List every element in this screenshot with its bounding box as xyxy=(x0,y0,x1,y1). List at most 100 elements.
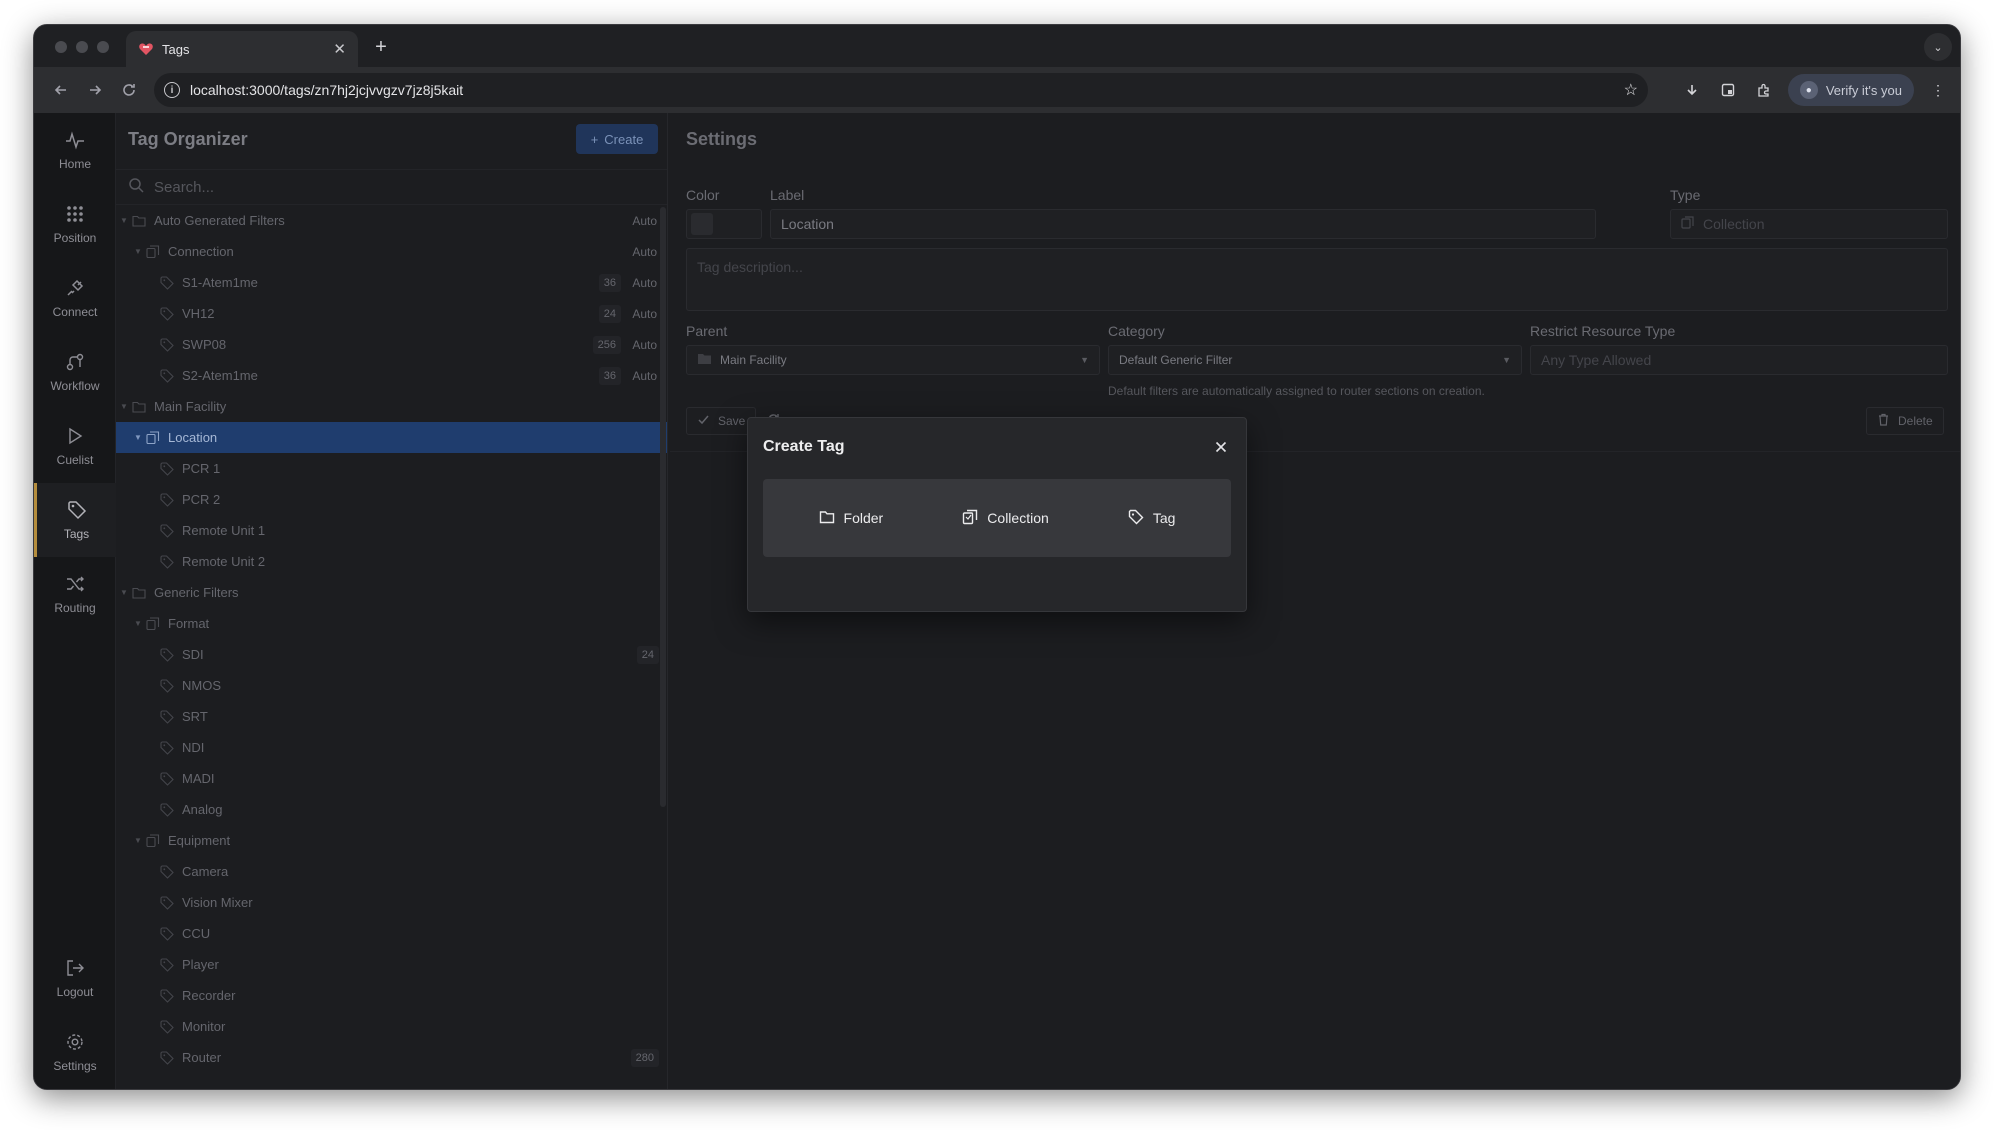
tree-row-label: S2-Atem1me xyxy=(182,368,258,383)
sidepanel-icon[interactable] xyxy=(1716,78,1740,102)
tree-row[interactable]: Monitor xyxy=(116,1011,667,1042)
back-button[interactable] xyxy=(44,74,78,106)
zoom-window-button[interactable] xyxy=(97,41,109,53)
tree-row[interactable]: ▼ Main Facility xyxy=(116,391,667,422)
nav-item-home[interactable]: Home xyxy=(34,113,116,187)
tree-row-label: MADI xyxy=(182,771,215,786)
tree-row[interactable]: ▼ Format xyxy=(116,608,667,639)
tree-row[interactable]: CCU xyxy=(116,918,667,949)
browser-menu-icon[interactable]: ⋮ xyxy=(1926,78,1950,102)
tree-row[interactable]: ▼ Generic Filters xyxy=(116,577,667,608)
verify-profile-button[interactable]: ● Verify it's you xyxy=(1787,74,1914,106)
tree-scrollbar[interactable] xyxy=(660,207,666,807)
create-label: Create xyxy=(604,131,644,147)
label-input[interactable]: Location xyxy=(770,209,1596,239)
collection-icon xyxy=(144,243,162,261)
tree-row[interactable]: MADI xyxy=(116,763,667,794)
tree-row[interactable]: SRT xyxy=(116,701,667,732)
close-window-button[interactable] xyxy=(55,41,67,53)
forward-button[interactable] xyxy=(78,74,112,106)
reload-button[interactable] xyxy=(112,74,146,106)
tree-row[interactable]: SDI 24 xyxy=(116,639,667,670)
count-badge: 24 xyxy=(636,645,659,664)
description-textarea[interactable]: Tag description... xyxy=(686,248,1948,311)
url-text[interactable]: localhost:3000/tags/zn7hj2jcjvvgzv7jz8j5… xyxy=(190,82,1614,98)
expand-caret-icon[interactable]: ▼ xyxy=(118,402,130,411)
parent-select[interactable]: Main Facility ▼ xyxy=(686,345,1100,375)
folder-icon xyxy=(697,352,712,368)
expand-caret-icon[interactable]: ▼ xyxy=(132,836,144,845)
nav-item-cuelist[interactable]: Cuelist xyxy=(34,409,116,483)
tree-row[interactable]: Remote Unit 2 xyxy=(116,546,667,577)
expand-caret-icon[interactable]: ▼ xyxy=(132,619,144,628)
tree-row[interactable]: ▼ Equipment xyxy=(116,825,667,856)
address-bar[interactable]: i localhost:3000/tags/zn7hj2jcjvvgzv7jz8… xyxy=(154,73,1648,107)
collection-icon xyxy=(962,509,978,528)
category-select[interactable]: Default Generic Filter ▼ xyxy=(1108,345,1522,375)
tree-row[interactable]: NDI xyxy=(116,732,667,763)
tree-row[interactable]: Analog xyxy=(116,794,667,825)
tree-row[interactable]: ▼ Auto Generated Filters Auto xyxy=(116,205,667,236)
tree-row[interactable]: NMOS xyxy=(116,670,667,701)
site-info-icon[interactable]: i xyxy=(164,82,180,98)
tree-row-label: Connection xyxy=(168,244,234,259)
arrow-right-icon xyxy=(90,85,102,95)
create-folder-option[interactable]: Folder xyxy=(807,502,896,535)
folder-icon xyxy=(130,212,148,230)
tag-tree: ▼ Auto Generated Filters Auto ▼ Connection Au… xyxy=(116,205,667,1089)
tree-row[interactable]: Remote Unit 1 xyxy=(116,515,667,546)
tree-row[interactable]: Vision Mixer xyxy=(116,887,667,918)
extensions-icon[interactable] xyxy=(1752,78,1776,102)
nav-item-tags[interactable]: Tags xyxy=(34,483,116,557)
tree-row[interactable]: PCR 1 xyxy=(116,453,667,484)
tree-row[interactable]: Camera xyxy=(116,856,667,887)
create-button[interactable]: + Create xyxy=(576,124,658,154)
tag-icon xyxy=(158,863,176,881)
auto-badge: Auto xyxy=(632,337,657,352)
expand-caret-icon[interactable]: ▼ xyxy=(132,247,144,256)
nav-item-routing[interactable]: Routing xyxy=(34,557,116,631)
tree-row[interactable]: S1-Atem1me 36 Auto xyxy=(116,267,667,298)
nav-rail: Home Position Connect Workflow Cuelist T… xyxy=(34,113,116,1089)
nav-item-connect[interactable]: Connect xyxy=(34,261,116,335)
tree-row[interactable]: S2-Atem1me 36 Auto xyxy=(116,360,667,391)
restrict-input[interactable]: Any Type Allowed xyxy=(1530,345,1948,375)
tree-row-label: Analog xyxy=(182,802,223,817)
tree-row[interactable]: ▼ Location xyxy=(116,422,667,453)
browser-tab[interactable]: Tags ✕ xyxy=(126,31,358,67)
download-icon[interactable] xyxy=(1680,78,1704,102)
expand-caret-icon[interactable]: ▼ xyxy=(118,588,130,597)
expand-caret-icon[interactable]: ▼ xyxy=(132,433,144,442)
save-button[interactable]: Save xyxy=(686,407,757,435)
favicon-icon xyxy=(138,41,154,57)
search-input[interactable]: Search... xyxy=(154,179,214,196)
nav-item-logout[interactable]: Logout xyxy=(34,941,116,1015)
tag-icon xyxy=(158,367,176,385)
reload-icon xyxy=(123,84,135,96)
tree-row[interactable]: Router 280 xyxy=(116,1042,667,1073)
tree-row[interactable]: Player xyxy=(116,949,667,980)
close-tab-icon[interactable]: ✕ xyxy=(333,40,346,58)
delete-button[interactable]: Delete xyxy=(1866,407,1944,435)
search-bar[interactable]: Search... xyxy=(116,169,667,205)
bookmark-star-icon[interactable]: ☆ xyxy=(1624,80,1638,100)
tree-row[interactable]: PCR 2 xyxy=(116,484,667,515)
tag-icon xyxy=(158,522,176,540)
color-picker[interactable] xyxy=(686,209,762,239)
minimize-window-button[interactable] xyxy=(76,41,88,53)
expand-caret-icon[interactable]: ▼ xyxy=(118,216,130,225)
browser-toolbar: i localhost:3000/tags/zn7hj2jcjvvgzv7jz8… xyxy=(34,67,1960,113)
nav-item-position[interactable]: Position xyxy=(34,187,116,261)
tree-row[interactable]: SWP08 256 Auto xyxy=(116,329,667,360)
nav-item-settings[interactable]: Settings xyxy=(34,1015,116,1089)
tab-search-button[interactable]: ⌄ xyxy=(1924,33,1952,61)
create-tag-option[interactable]: Tag xyxy=(1116,501,1188,536)
tree-row[interactable]: ▼ Connection Auto xyxy=(116,236,667,267)
tree-row[interactable]: Recorder xyxy=(116,980,667,1011)
tree-row[interactable]: VH12 24 Auto xyxy=(116,298,667,329)
nav-item-workflow[interactable]: Workflow xyxy=(34,335,116,409)
new-tab-button[interactable]: + xyxy=(367,33,395,61)
close-dialog-button[interactable] xyxy=(1210,436,1232,458)
create-collection-option[interactable]: Collection xyxy=(950,501,1060,536)
tag-organizer-panel: Tag Organizer + Create Search... ▼ Auto G… xyxy=(116,113,668,1089)
